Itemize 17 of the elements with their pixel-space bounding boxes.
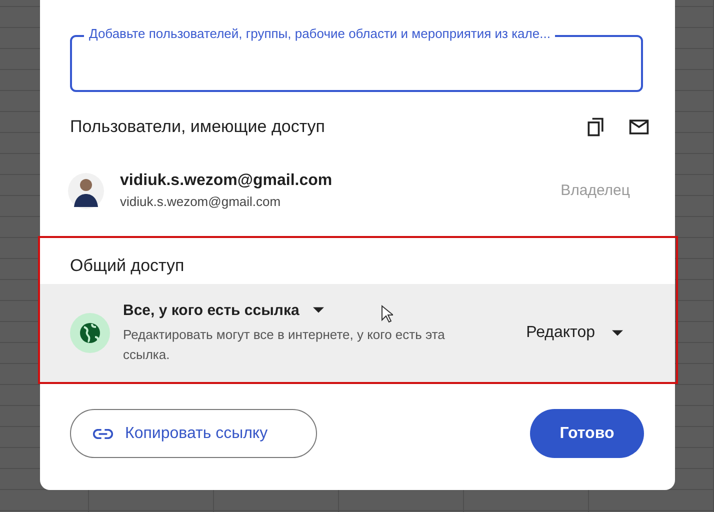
user-role: Владелец [560, 182, 630, 199]
link-icon [93, 428, 113, 438]
done-button[interactable]: Готово [530, 409, 644, 458]
field-label: Добавьте пользователей, группы, рабочие области и мероприятия из кале... [84, 26, 556, 42]
access-description: Редактировать могут все в интернете, у кого есть эта ссылка. [123, 326, 446, 364]
section-title: Пользователи, имеющие доступ [70, 117, 326, 137]
avatar-icon [68, 172, 104, 208]
user-email: vidiuk.s.wezom@gmail.com [120, 194, 282, 209]
caret-icon [313, 307, 324, 313]
section-title: Общий доступ [70, 256, 184, 275]
copy-link-button[interactable]: Копировать ссылку [70, 409, 317, 458]
user-name: vidiuk.s.wezom@gmail.com [120, 172, 334, 190]
caret-icon [612, 330, 623, 336]
role-dropdown[interactable]: Редактор [526, 324, 623, 342]
globe-icon [70, 313, 110, 353]
cursor-icon [381, 305, 393, 323]
access-scope-dropdown[interactable]: Все, у кого есть ссылка [123, 302, 324, 318]
